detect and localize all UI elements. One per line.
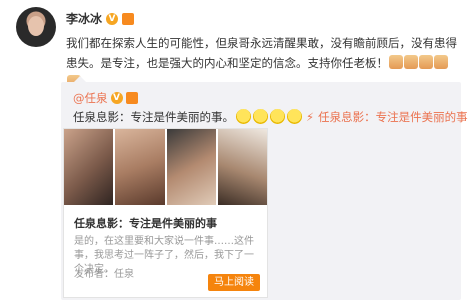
cover-photo <box>166 129 216 205</box>
repost-article-link[interactable]: 任泉息影：专注是件美丽的事 <box>318 110 468 124</box>
cover-photo <box>115 129 165 205</box>
smile-icon <box>253 109 268 124</box>
repost-body: 任泉息影：专注是件美丽的事。 <box>73 109 234 124</box>
member-level-icon[interactable] <box>122 12 135 25</box>
repost-author-link[interactable]: @任泉 <box>73 90 108 106</box>
lightning-link-icon[interactable]: ⚡ <box>306 110 314 124</box>
post-header: 李冰冰 V <box>66 10 135 27</box>
cover-photo <box>64 129 114 205</box>
article-title[interactable]: 任泉息影：专注是件美丽的事 <box>74 215 217 231</box>
repost-text: 任泉息影：专注是件美丽的事。 ⚡ 任泉息影：专注是件美丽的事 <box>73 109 468 124</box>
article-publisher: 发布者：任泉 <box>74 269 134 280</box>
clap-icon <box>434 55 448 69</box>
verified-icon[interactable]: V <box>110 92 123 104</box>
clap-icon <box>404 55 418 69</box>
smile-icon <box>287 109 302 124</box>
verified-icon[interactable]: V <box>106 12 119 25</box>
repost-header: @任泉 V <box>73 90 138 106</box>
article-cover-image[interactable] <box>64 129 267 205</box>
member-level-icon[interactable] <box>125 92 138 104</box>
clap-icon <box>419 55 433 69</box>
article-card[interactable]: 任泉息影：专注是件美丽的事 是的，在这里要和大家说一件事……这件事，我思考过一阵… <box>63 128 268 298</box>
read-now-button[interactable]: 马上阅读 <box>208 274 260 291</box>
cover-photo <box>217 129 267 205</box>
author-name[interactable]: 李冰冰 <box>66 10 102 27</box>
clap-icon <box>389 55 403 69</box>
smile-icon <box>270 109 285 124</box>
smile-icon <box>236 109 251 124</box>
author-avatar[interactable] <box>16 7 56 47</box>
